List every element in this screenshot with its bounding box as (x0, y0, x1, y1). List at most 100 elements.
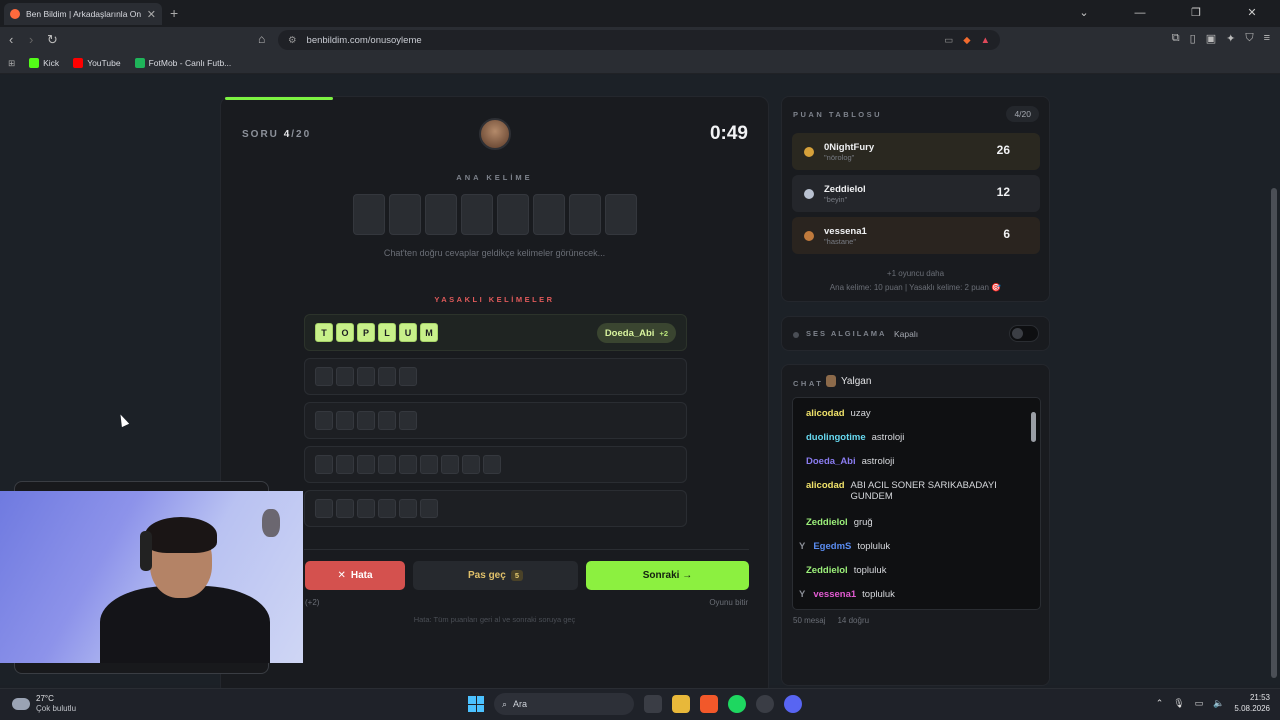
url-field[interactable]: ⚙ benbildim.com/onusoyleme ▭ ◆ ▲ (278, 30, 1000, 50)
forbidden-word-row-hidden (304, 490, 687, 527)
chat-username[interactable]: Doeda_Abi (806, 456, 856, 467)
end-game-link[interactable]: Oyunu bitir (709, 598, 748, 607)
hidden-letter-slot (399, 455, 417, 474)
apps-grid-icon[interactable]: ⊞ (8, 58, 15, 69)
close-window-icon[interactable]: ✕ (1224, 0, 1280, 27)
reload-icon[interactable]: ↻ (47, 32, 58, 48)
hidden-letter-slot (336, 367, 354, 386)
main-word-slot (353, 194, 385, 235)
bookmark-icon[interactable]: ⌂ (258, 32, 265, 46)
scoreboard-panel: PUAN TABLOSU 4/20 0NightFury "nörolog" 26 Z… (781, 96, 1050, 302)
display-icon[interactable]: ▭ (1195, 698, 1204, 709)
pass-button[interactable]: Pas geç 5 (413, 561, 578, 590)
guesser-badge: Doeda_Abi +2 (596, 323, 676, 343)
player-score: 12 (996, 185, 1010, 199)
browser-toolbar-icons: ⧉ ▯ ▣ ✦ ⛉ ≡ (1172, 32, 1270, 45)
system-tray: ⌃ 🎙 ▭ 🔈 21:53 5.08.2026 (1156, 692, 1270, 714)
maximize-icon[interactable]: ❐ (1168, 0, 1224, 27)
hidden-letter-slot (399, 411, 417, 430)
chat-username[interactable]: alicodad (806, 480, 845, 502)
volume-icon[interactable]: 🔈 (1213, 698, 1224, 709)
brave-browser-icon[interactable] (700, 695, 718, 713)
bookmark-fotmob[interactable]: FotMob - Canlı Futb... (134, 58, 231, 68)
chat-username[interactable]: alicodad (806, 408, 845, 419)
chat-label: CHAT (793, 379, 824, 388)
main-word-label: ANA KELİME (456, 173, 533, 182)
next-button[interactable]: Sonraki → (586, 561, 749, 590)
tab-title: Ben Bildim | Arkadaşlarınla Onlin (26, 9, 141, 19)
wallet-icon[interactable]: ▣ (1206, 32, 1216, 45)
divider (304, 549, 749, 550)
search-icon: ⌕ (502, 698, 508, 709)
file-explorer-icon[interactable] (672, 695, 690, 713)
new-tab-icon[interactable]: + (170, 5, 178, 21)
leo-ai-icon[interactable]: ✦ (1226, 32, 1235, 45)
narrator-avatar (479, 118, 511, 150)
back-icon[interactable]: ‹ (9, 32, 13, 47)
tray-chevron-icon[interactable]: ⌃ (1156, 698, 1164, 709)
question-progress-bar (225, 97, 333, 100)
brave-shield-icon[interactable]: ◆ (963, 35, 970, 46)
weather-widget[interactable]: 27°C Çok bulutlu (12, 694, 76, 713)
chat-username[interactable]: duolingotime (806, 432, 866, 443)
close-tab-icon[interactable]: ✕ (147, 8, 156, 21)
main-word-slot (605, 194, 637, 235)
chat-scrollbar[interactable] (1031, 404, 1036, 602)
forbidden-letter: U (399, 323, 417, 342)
microphone-icon[interactable]: 🎙 (1173, 698, 1184, 709)
vpn-icon[interactable]: ⛉ (1245, 32, 1253, 45)
sidebar-icon[interactable]: ▯ (1190, 32, 1196, 45)
browser-tab[interactable]: Ben Bildim | Arkadaşlarınla Onlin ✕ (4, 3, 162, 25)
steam-icon[interactable] (756, 695, 774, 713)
voice-toggle[interactable] (1009, 325, 1039, 342)
hidden-letter-slot (315, 411, 333, 430)
chat-username[interactable]: vessena1 (813, 589, 856, 600)
taskbar-apps: ⌕ Ara (468, 693, 802, 715)
player-score: 26 (996, 143, 1010, 157)
chat-panel: CHAT Yalgan alicodad uzay duolingotime astr… (781, 364, 1050, 686)
chat-text: topluluk (857, 541, 891, 552)
countdown-timer: 0:49 (709, 123, 748, 144)
taskbar-search[interactable]: ⌕ Ara (494, 693, 634, 715)
menu-icon[interactable]: ≡ (1264, 32, 1270, 45)
chat-message: Zeddielol topluluk (806, 565, 886, 576)
x-icon: ✕ (337, 570, 346, 581)
chat-username[interactable]: Zeddielol (806, 517, 848, 528)
chat-footer: 50 mesaj 14 doğru (793, 616, 870, 625)
cloud-icon (12, 697, 30, 710)
voice-label: SES ALGILAMA (806, 329, 887, 338)
hata-button[interactable]: ✕ Hata (305, 561, 405, 590)
tab-list-icon[interactable]: ⌄ (1056, 0, 1112, 27)
scoreboard-title: PUAN TABLOSU (793, 110, 883, 119)
brave-rewards-icon[interactable]: ▲ (981, 35, 990, 46)
pass-count-badge: 5 (510, 570, 523, 581)
start-icon[interactable] (468, 696, 484, 712)
question-counter: SORU 4/20 (242, 129, 312, 140)
bookmark-youtube[interactable]: YouTube (73, 58, 121, 68)
site-info-icon[interactable]: ⚙ (288, 35, 297, 46)
chat-text: astroloji (871, 432, 905, 443)
discord-icon[interactable] (784, 695, 802, 713)
chat-username[interactable]: Zeddielol (806, 565, 848, 576)
chat-text: topluluk (853, 565, 887, 576)
task-view-icon[interactable] (644, 695, 662, 713)
extensions-icon[interactable]: ⧉ (1172, 32, 1180, 45)
player-name: Zeddielol (824, 183, 866, 195)
cast-icon[interactable]: ▭ (944, 35, 953, 46)
clock[interactable]: 21:53 5.08.2026 (1234, 692, 1270, 714)
page-scrollbar[interactable] (1270, 78, 1278, 678)
bookmarks-bar: ⊞ Kick YouTube FotMob - Canlı Futb... (0, 53, 1280, 74)
chat-username[interactable]: EgedmS (813, 541, 851, 552)
bookmark-kick[interactable]: Kick (29, 58, 59, 68)
points-info-text: Ana kelime: 10 puan | Yasaklı kelime: 2 … (829, 283, 1002, 292)
spotify-icon[interactable] (728, 695, 746, 713)
player-word: "nörolog" (824, 152, 855, 162)
medal-icon (804, 146, 814, 157)
voice-state: Kapalı (894, 329, 919, 339)
url-text: benbildim.com/onusoyleme (306, 34, 422, 46)
forward-icon[interactable]: › (29, 32, 33, 47)
chat-messages[interactable]: alicodad uzay duolingotime astroloji Doeda_A… (792, 397, 1041, 610)
hidden-letter-slot (378, 455, 396, 474)
player-word: "beyin" (824, 194, 848, 204)
minimize-icon[interactable]: — (1112, 0, 1168, 27)
